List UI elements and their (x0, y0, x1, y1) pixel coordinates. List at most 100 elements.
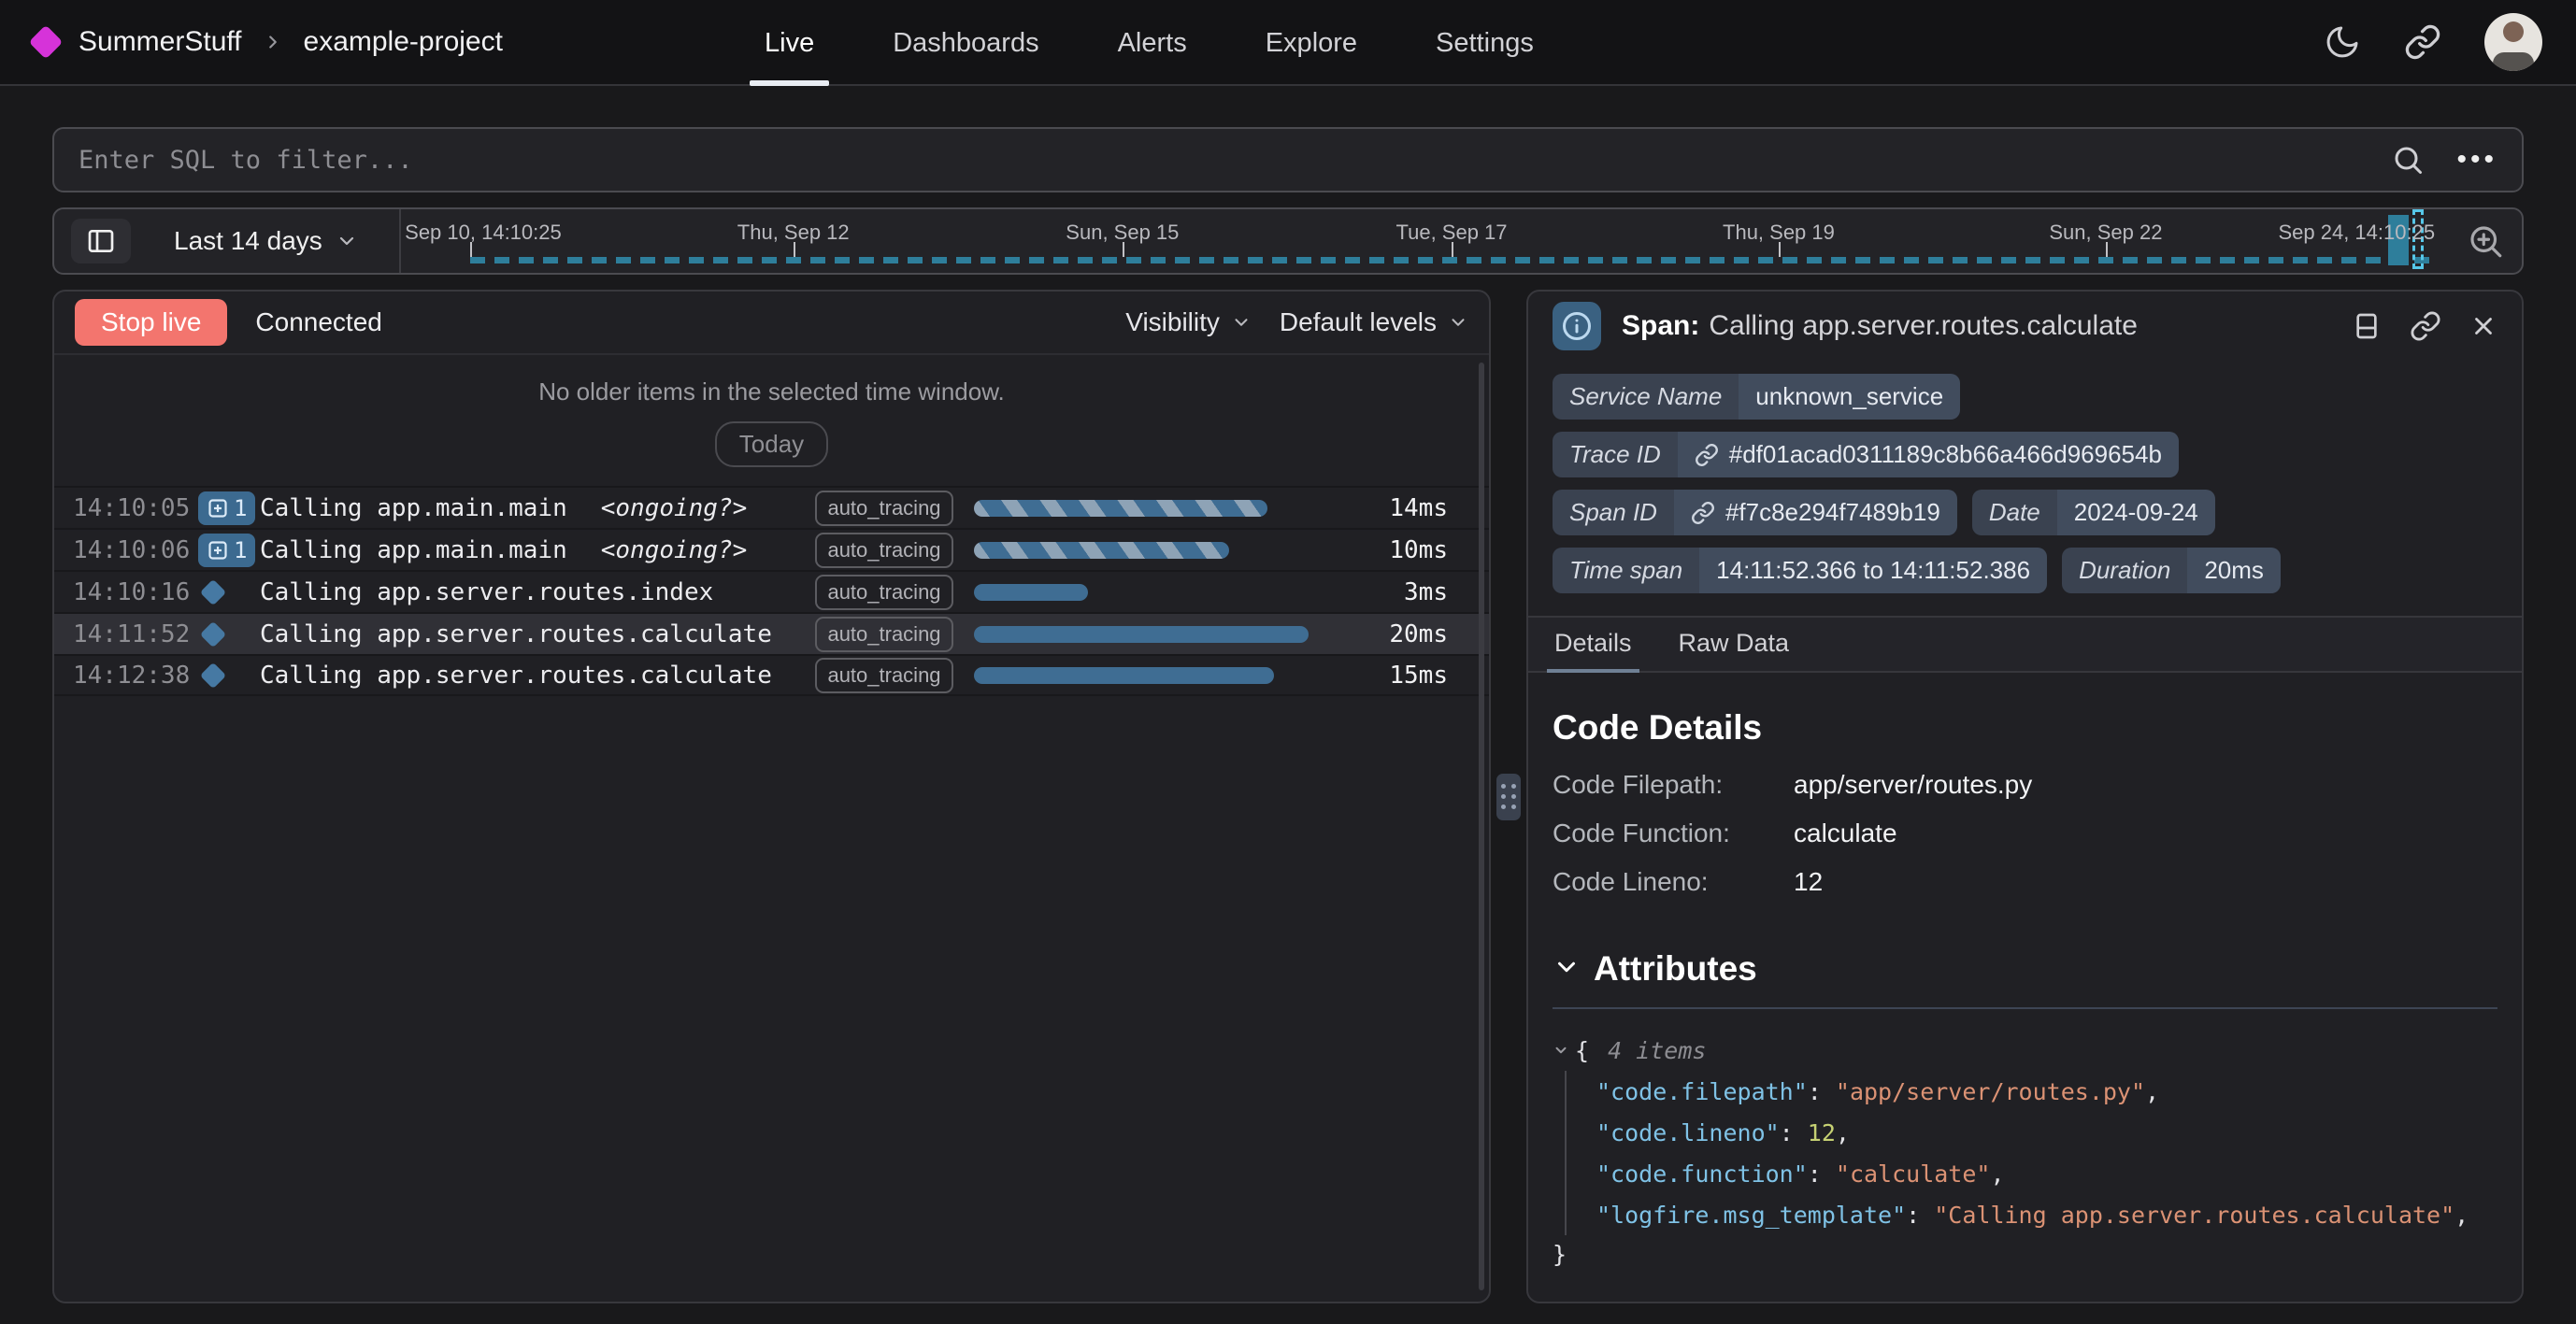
meta-badge-duration[interactable]: Duration20ms (2062, 548, 2281, 593)
scrollbar[interactable] (1479, 363, 1484, 1290)
panel-resize-handle[interactable] (1496, 774, 1521, 820)
span-meta-badges: Service Nameunknown_service Trace ID#df01… (1528, 361, 2522, 593)
log-row[interactable]: 14:10:16Calling app.server.routes.indexa… (54, 570, 1489, 612)
default-levels-dropdown[interactable]: Default levels (1280, 307, 1468, 337)
badge-value-text: 14:11:52.366 to 14:11:52.386 (1716, 556, 2030, 585)
zoom-in-icon[interactable] (2466, 221, 2505, 261)
timeline-scrubber[interactable]: Sep 10, 14:10:25Thu, Sep 12Sun, Sep 15Tu… (401, 209, 2445, 273)
badge-value-text: #f7c8e294f7489b19 (1725, 498, 1940, 527)
sql-filter-input[interactable] (79, 146, 2359, 175)
connection-status: Connected (255, 307, 381, 337)
log-row[interactable]: 14:12:38Calling app.server.routes.calcul… (54, 654, 1489, 696)
duration-bar-track (974, 584, 1319, 601)
badge-value: 14:11:52.366 to 14:11:52.386 (1699, 548, 2047, 593)
copy-link-icon[interactable] (2410, 310, 2441, 342)
diamond-icon (200, 620, 226, 647)
child-count-badge[interactable]: 1 (198, 534, 255, 567)
more-options-icon[interactable]: ••• (2456, 146, 2497, 174)
json-attribute: "code.lineno": 12, (1596, 1112, 2497, 1153)
empty-window-notice: No older items in the selected time wind… (54, 377, 1489, 406)
json-attribute: "code.function": "calculate", (1596, 1153, 2497, 1194)
span-diamond-icon (198, 583, 260, 602)
log-message: Calling app.main.main (260, 494, 567, 522)
detail-tab-raw-data[interactable]: Raw Data (1677, 618, 1792, 671)
log-message-wrap: Calling app.server.routes.index (260, 578, 815, 606)
timeline-date-label: Sep 24, 14:10:25 (2278, 221, 2435, 245)
timeline-tick-mark (794, 242, 795, 257)
meta-badge-trace-id[interactable]: Trace ID#df01acad0311189c8b66a466d969654… (1553, 432, 2179, 477)
code-detail-label: Code Lineno: (1553, 867, 1794, 897)
dark-mode-moon-icon[interactable] (2324, 23, 2361, 61)
json-collapse-icon[interactable] (1553, 1042, 1569, 1059)
search-icon[interactable] (2391, 143, 2425, 177)
app-root: SummerStuff example-project Live Dashboar… (0, 0, 2576, 1324)
user-avatar[interactable] (2484, 13, 2542, 71)
duration-label: 14ms (1343, 494, 1448, 522)
code-detail-row: Code Filepath:app/server/routes.py (1553, 770, 2497, 800)
chevron-down-icon (1553, 953, 1581, 986)
json-value: 12 (1808, 1119, 1836, 1146)
tag-badge[interactable]: auto_tracing (815, 575, 953, 610)
log-row[interactable]: 14:11:52Calling app.server.routes.calcul… (54, 612, 1489, 654)
json-value: "app/server/routes.py" (1836, 1078, 2145, 1105)
log-message-wrap: Calling app.server.routes.calculate (260, 662, 815, 690)
breadcrumb-chevron-icon (263, 32, 283, 52)
breadcrumb-project[interactable]: example-project (304, 26, 503, 58)
badge-label: Span ID (1553, 490, 1674, 535)
json-value: "Calling app.server.routes.calculate" (1934, 1202, 2454, 1229)
attributes-json-viewer: { 4 items "code.filepath": "app/server/r… (1553, 1030, 2497, 1273)
duration-bar (974, 667, 1274, 684)
time-range-select[interactable]: Last 14 days (174, 226, 358, 256)
expand-children-icon[interactable]: 1 (198, 534, 260, 567)
log-message-wrap: Calling app.server.routes.calculate (260, 620, 815, 648)
badge-row: Span ID #f7c8e294f7489b19 Date2024-09-24 (1553, 490, 2497, 535)
detail-tab-details[interactable]: Details (1553, 618, 1634, 671)
meta-badge-time-span[interactable]: Time span14:11:52.366 to 14:11:52.386 (1553, 548, 2047, 593)
badge-value: #f7c8e294f7489b19 (1674, 490, 1957, 535)
breadcrumb-org[interactable]: SummerStuff (79, 26, 242, 58)
dock-panel-icon[interactable] (2352, 311, 2382, 341)
today-button[interactable]: Today (715, 421, 828, 467)
span-title: Span:Calling app.server.routes.calculate (1622, 310, 2331, 342)
tag-badge[interactable]: auto_tracing (815, 533, 953, 568)
duration-label: 20ms (1343, 620, 1448, 648)
live-panel-header: Stop live Connected Visibility Default l… (54, 292, 1489, 355)
info-icon (1553, 302, 1601, 350)
duration-label: 15ms (1343, 662, 1448, 690)
panel-gap (1491, 290, 1526, 1303)
sidebar-toggle-icon[interactable] (71, 219, 131, 263)
stop-live-button[interactable]: Stop live (75, 299, 227, 346)
share-link-icon[interactable] (2404, 23, 2441, 61)
code-detail-value: app/server/routes.py (1794, 770, 2032, 800)
nav-tab-dashboards[interactable]: Dashboards (893, 0, 1038, 86)
log-message: Calling app.server.routes.calculate (260, 620, 772, 648)
duration-bar (974, 626, 1309, 643)
expand-children-icon[interactable]: 1 (198, 491, 260, 525)
nav-tab-explore[interactable]: Explore (1266, 0, 1357, 86)
nav-tab-settings[interactable]: Settings (1436, 0, 1534, 86)
log-row[interactable]: 14:10:061Calling app.main.main<ongoing?>… (54, 528, 1489, 570)
meta-badge-date[interactable]: Date2024-09-24 (1972, 490, 2215, 535)
detail-body: Code Details Code Filepath:app/server/ro… (1528, 673, 2522, 1273)
meta-badge-span-id[interactable]: Span ID #f7c8e294f7489b19 (1553, 490, 1957, 535)
log-row[interactable]: 14:10:051Calling app.main.main<ongoing?>… (54, 486, 1489, 528)
log-timestamp: 14:10:06 (73, 536, 198, 564)
meta-badge-service-name[interactable]: Service Nameunknown_service (1553, 374, 1960, 420)
code-detail-value: calculate (1794, 819, 1897, 848)
child-count-badge[interactable]: 1 (198, 491, 255, 525)
chevron-down-icon (336, 230, 358, 252)
json-items-count: 4 items (1608, 1037, 1706, 1064)
ongoing-indicator: <ongoing?> (601, 536, 748, 564)
visibility-dropdown[interactable]: Visibility (1125, 307, 1252, 337)
tag-badge[interactable]: auto_tracing (815, 617, 953, 652)
detail-tabs: Details Raw Data (1528, 616, 2522, 673)
child-count: 1 (234, 537, 247, 563)
tag-badge[interactable]: auto_tracing (815, 491, 953, 526)
attributes-section-toggle[interactable]: Attributes (1553, 949, 2497, 989)
nav-tab-live[interactable]: Live (765, 0, 814, 86)
logo-icon[interactable] (29, 25, 64, 60)
log-timestamp: 14:10:05 (73, 494, 198, 522)
close-icon[interactable] (2469, 312, 2497, 340)
tag-badge[interactable]: auto_tracing (815, 658, 953, 693)
nav-tab-alerts[interactable]: Alerts (1118, 0, 1187, 86)
